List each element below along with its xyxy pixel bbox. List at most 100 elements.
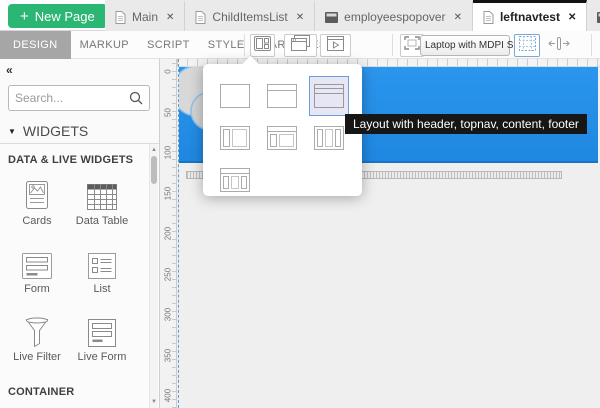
vertical-ruler: 0 50 100 150 200 250 300 350 400 (160, 59, 177, 408)
widget-label: List (70, 283, 134, 295)
close-icon[interactable]: ✕ (454, 12, 462, 23)
page-tab-bar: + New Page Main ✕ ChildItemsList ✕ (0, 0, 600, 31)
template-icon (325, 12, 338, 23)
scroll-down-icon[interactable]: ▼ (150, 399, 158, 405)
ruler-label: 400 (164, 388, 173, 404)
form-icon (5, 244, 69, 280)
live-form-icon (70, 312, 134, 348)
toolbar-divider (591, 34, 592, 56)
live-filter-icon (5, 312, 69, 348)
layout-option-header-content[interactable] (262, 76, 302, 116)
tab-employeespopover[interactable]: employeespopover ✕ (315, 0, 473, 31)
layouts-button[interactable] (250, 34, 275, 57)
ruler-label: 150 (164, 186, 173, 202)
pages-icon (291, 35, 310, 56)
layout-option-header-topnav-content-footer[interactable] (309, 76, 349, 116)
search-input[interactable] (9, 91, 129, 105)
ruler-label: 200 (164, 226, 173, 242)
preview-icon (327, 36, 344, 56)
editor-toolbar: DESIGN MARKUP SCRIPT STYLE VARIABLES (0, 31, 600, 59)
layout-blank-icon (220, 84, 250, 108)
widget-label: Form (5, 283, 69, 295)
search-icon (129, 91, 143, 105)
widget-item-form[interactable]: Form (5, 244, 69, 295)
plus-icon: + (20, 9, 29, 24)
new-page-button[interactable]: + New Page (8, 4, 107, 28)
tab-childitemslist[interactable]: ChildItemsList ✕ (185, 0, 315, 31)
collapse-sidebar-icon[interactable]: « (6, 63, 11, 77)
new-page-label: New Page (35, 9, 95, 24)
widget-label: Live Form (70, 351, 134, 363)
page-icon (115, 11, 126, 24)
data-table-icon (70, 176, 134, 212)
app-window: + New Page Main ✕ ChildItemsList ✕ (0, 0, 600, 408)
section-title-container: CONTAINER (8, 386, 74, 398)
close-icon[interactable]: ✕ (296, 12, 304, 23)
widget-search (8, 85, 150, 111)
ruler-label: 350 (164, 348, 173, 364)
scrollbar-thumb[interactable] (151, 156, 157, 184)
ruler-label: 50 (164, 105, 173, 121)
layout-header-icon (267, 84, 297, 108)
layouts-popover (203, 64, 362, 196)
layout-leftnav-icon (220, 126, 250, 150)
section-title-data-live-widgets: DATA & LIVE WIDGETS (8, 154, 133, 166)
widget-label: Cards (5, 215, 69, 227)
layout-header-topnav-icon (314, 84, 344, 108)
widget-label: Live Filter (5, 351, 69, 363)
widgets-sidebar: « ▼ WIDGETS DATA & LIVE WIDGETS Cards (0, 59, 160, 408)
cards-icon (5, 176, 69, 212)
layout-header-leftnav-rightnav-icon (220, 168, 250, 192)
widget-item-live-form[interactable]: Live Form (70, 312, 134, 363)
preview-button[interactable] (320, 34, 351, 57)
layout-option-blank[interactable] (215, 76, 255, 116)
close-icon[interactable]: ✕ (166, 12, 174, 23)
toolbar-divider (244, 34, 245, 56)
layout-tooltip: Layout with header, topnav, content, foo… (345, 114, 587, 134)
widgets-section-toggle[interactable]: ▼ WIDGETS (8, 123, 88, 139)
layout-option-header-leftnav-content-rightnav[interactable] (215, 160, 255, 200)
scroll-up-icon[interactable]: ▲ (150, 147, 158, 153)
layout-option-header-leftnav-content[interactable] (262, 118, 302, 158)
device-selector[interactable]: Laptop with MDPI S ▼ (420, 35, 510, 56)
widget-item-cards[interactable]: Cards (5, 176, 69, 227)
device-selector-value: Laptop with MDPI S (425, 40, 513, 51)
ruler-label: 0 (164, 64, 173, 80)
tab-label: employeespopover (344, 10, 445, 24)
widget-item-list[interactable]: List (70, 244, 134, 295)
tab-leftnavtest[interactable]: leftnavtest ✕ (473, 0, 587, 31)
pages-button[interactable] (284, 34, 317, 57)
rulers-toggle-button[interactable] (514, 34, 540, 57)
layout-option-leftnav-content[interactable] (215, 118, 255, 158)
tab-script[interactable]: SCRIPT (138, 31, 199, 59)
layouts-icon (254, 36, 271, 56)
tab-label: leftnavtest (500, 10, 560, 24)
ruler-label: 250 (164, 267, 173, 283)
page-icon (195, 11, 206, 24)
chevron-down-icon: ▼ (8, 127, 16, 136)
horizontal-resize-icon (548, 37, 570, 55)
widget-item-live-filter[interactable]: Live Filter (5, 312, 69, 363)
widget-item-data-table[interactable]: Data Table (70, 176, 134, 227)
layout-header-leftnav-icon (267, 126, 297, 150)
widget-label: Data Table (70, 215, 134, 227)
tab-style[interactable]: STYLE (199, 31, 254, 59)
tab-label: ChildItemsList (212, 10, 287, 24)
page-icon (483, 11, 494, 24)
widgets-section-label: WIDGETS (23, 123, 88, 139)
tab-main[interactable]: Main ✕ (105, 0, 185, 31)
close-icon[interactable]: ✕ (568, 12, 576, 23)
widget-panel: DATA & LIVE WIDGETS Cards Data Table F (0, 143, 159, 408)
tab-topnav[interactable]: topnav ✕ (587, 0, 600, 31)
fit-screen-icon (404, 36, 420, 55)
tab-label: Main (132, 10, 158, 24)
toolbar-divider (392, 34, 393, 56)
resize-width-handle[interactable] (546, 34, 572, 57)
tab-design[interactable]: DESIGN (0, 31, 71, 59)
tab-markup[interactable]: MARKUP (71, 31, 138, 59)
widget-panel-scrollbar[interactable]: ▲ ▼ (149, 144, 158, 408)
rulers-grid-icon (519, 36, 536, 56)
layout-option-leftnav-content-rightnav[interactable] (309, 118, 349, 158)
layout-options-grid (215, 76, 349, 200)
layout-leftnav-rightnav-icon (314, 126, 344, 150)
